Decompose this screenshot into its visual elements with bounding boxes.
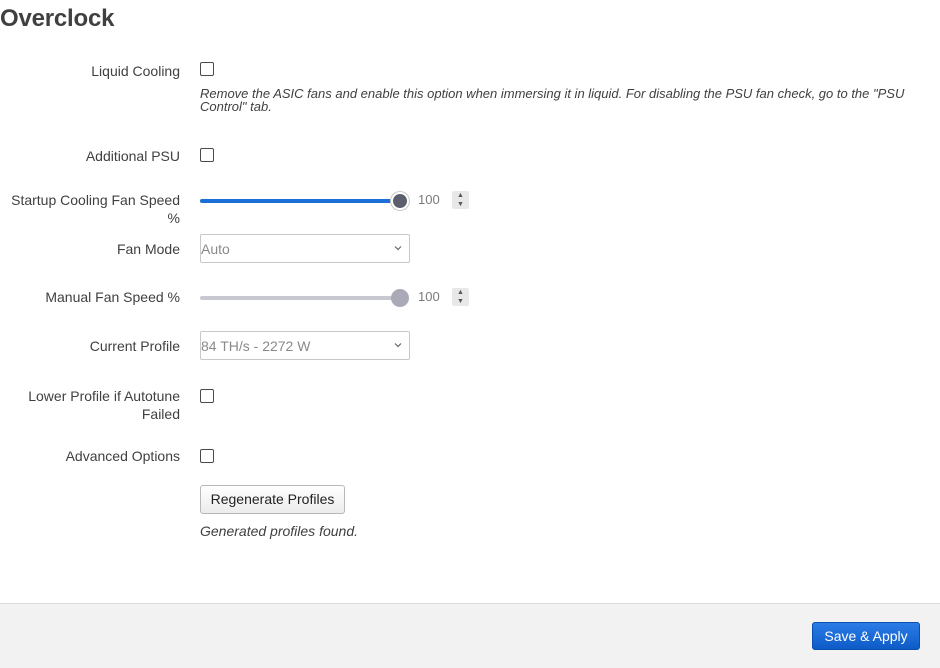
chevron-down-icon[interactable]: ▼: [452, 297, 469, 306]
current-profile-select[interactable]: 84 TH/s - 2272 W: [200, 331, 410, 360]
startup-fan-speed-label: Startup Cooling Fan Speed %: [11, 192, 180, 226]
chevron-down-icon: [394, 246, 402, 251]
profiles-status-text: Generated profiles found.: [200, 523, 358, 539]
fan-mode-selected-value: Auto: [201, 241, 230, 257]
lower-profile-label: Lower Profile if Autotune Failed: [28, 387, 180, 423]
chevron-up-icon[interactable]: ▲: [452, 288, 469, 297]
liquid-cooling-description: Remove the ASIC fans and enable this opt…: [200, 86, 905, 114]
advanced-options-checkbox[interactable]: [200, 449, 214, 463]
fan-mode-label: Fan Mode: [116, 241, 180, 257]
lower-profile-label-line1: Lower Profile if Autotune: [28, 388, 180, 404]
slider-fill: [200, 199, 400, 203]
liquid-cooling-checkbox[interactable]: [200, 62, 214, 76]
startup-fan-speed-value: 100: [418, 192, 440, 207]
advanced-options-label: Advanced Options: [65, 448, 180, 464]
additional-psu-label: Additional PSU: [85, 148, 180, 164]
current-profile-selected-value: 84 TH/s - 2272 W: [201, 338, 311, 354]
liquid-cooling-label: Liquid Cooling: [91, 63, 180, 79]
manual-fan-speed-value: 100: [418, 289, 440, 304]
startup-fan-speed-spinner[interactable]: ▲ ▼: [452, 191, 469, 209]
slider-thumb[interactable]: [391, 192, 409, 210]
page-title: Overclock: [0, 5, 115, 32]
current-profile-label: Current Profile: [89, 338, 180, 354]
footer-bar: Save & Apply: [0, 603, 940, 668]
chevron-up-icon[interactable]: ▲: [452, 191, 469, 200]
lower-profile-label-line2: Failed: [141, 406, 180, 422]
startup-fan-speed-slider[interactable]: [200, 191, 409, 211]
manual-fan-speed-slider[interactable]: [200, 288, 409, 308]
save-apply-button[interactable]: Save & Apply: [812, 622, 920, 650]
slider-track: [200, 296, 400, 300]
manual-fan-speed-spinner[interactable]: ▲ ▼: [452, 288, 469, 306]
slider-thumb[interactable]: [391, 289, 409, 307]
lower-profile-checkbox[interactable]: [200, 389, 214, 403]
additional-psu-checkbox[interactable]: [200, 148, 214, 162]
fan-mode-select[interactable]: Auto: [200, 234, 410, 263]
regenerate-profiles-button[interactable]: Regenerate Profiles: [200, 485, 345, 514]
chevron-down-icon: [394, 343, 402, 348]
manual-fan-speed-label: Manual Fan Speed %: [45, 289, 180, 305]
chevron-down-icon[interactable]: ▼: [452, 200, 469, 209]
